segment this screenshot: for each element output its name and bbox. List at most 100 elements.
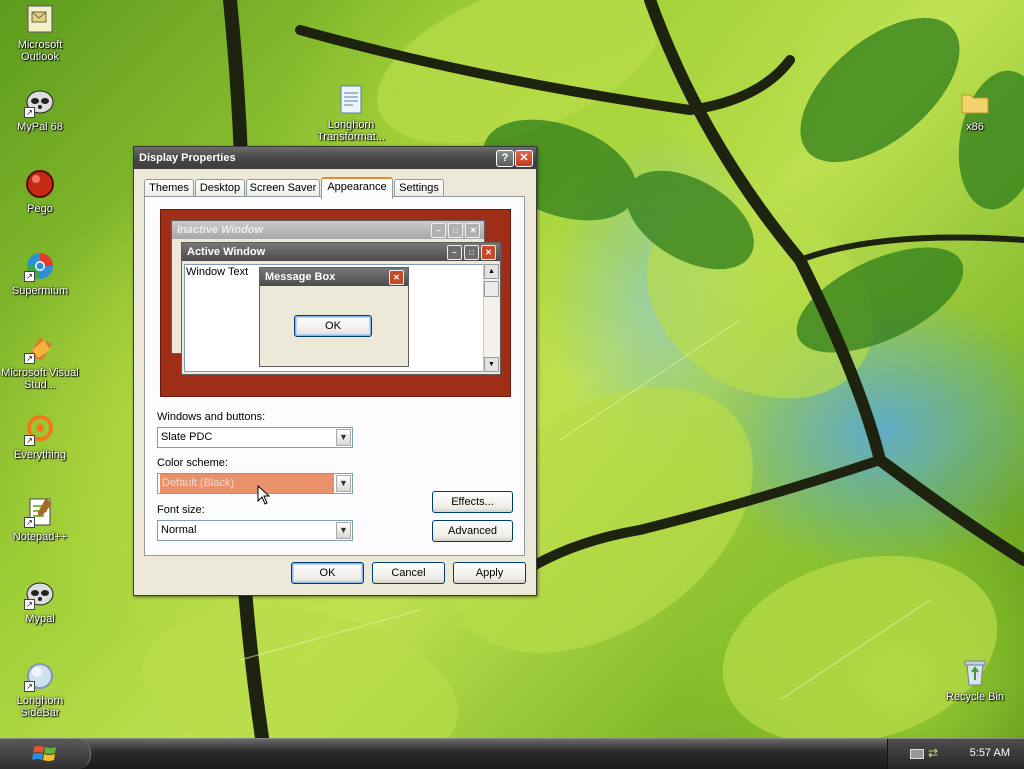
desktop-icon-longhorn-sidebar[interactable]: ↗ Longhorn SideBar bbox=[1, 660, 79, 719]
desktop-icon-mypal68[interactable]: ↗ MyPal 68 bbox=[1, 86, 79, 133]
outlook-icon bbox=[24, 4, 56, 36]
notepadpp-icon: ↗ bbox=[24, 496, 56, 528]
mouse-cursor-icon bbox=[257, 485, 271, 505]
desktop-icon-label: Microsoft Visual Stud... bbox=[1, 367, 79, 391]
color-scheme-label: Color scheme: bbox=[157, 457, 228, 469]
tab-desktop[interactable]: Desktop bbox=[195, 179, 245, 197]
font-size-value: Normal bbox=[161, 524, 197, 536]
desktop-icon-label: Recycle Bin bbox=[945, 691, 1005, 703]
tab-screen-saver[interactable]: Screen Saver bbox=[246, 179, 320, 197]
effects-button[interactable]: Effects... bbox=[432, 491, 513, 513]
chevron-down-icon[interactable]: ▼ bbox=[336, 429, 351, 446]
shortcut-arrow-icon: ↗ bbox=[24, 681, 35, 692]
preview-active-titlebar: Active Window – □ ✕ bbox=[182, 243, 500, 261]
windows-buttons-select[interactable]: Slate PDC ▼ bbox=[157, 427, 353, 448]
preview-message-box: Message Box ✕ OK bbox=[259, 267, 409, 367]
desktop-icon-longhorn-transformation[interactable]: Longhorn Transformat... bbox=[312, 84, 390, 143]
preview-message-titlebar: Message Box ✕ bbox=[260, 268, 408, 286]
desktop-icon-x86[interactable]: x86 bbox=[936, 86, 1014, 133]
desktop-icon-everything[interactable]: ↗ Everything bbox=[1, 414, 79, 461]
advanced-button[interactable]: Advanced bbox=[432, 520, 513, 542]
tab-themes[interactable]: Themes bbox=[144, 179, 194, 197]
shortcut-arrow-icon: ↗ bbox=[24, 435, 35, 446]
desktop-icon-outlook[interactable]: Microsoft Outlook bbox=[1, 4, 79, 63]
window-titlebar[interactable]: Display Properties ? ✕ bbox=[134, 147, 536, 169]
desktop-icon-label: MyPal 68 bbox=[17, 121, 63, 133]
apply-button[interactable]: Apply bbox=[453, 562, 526, 584]
chevron-down-icon[interactable]: ▼ bbox=[336, 522, 351, 539]
visual-studio-icon: ↗ bbox=[24, 332, 56, 364]
tab-settings[interactable]: Settings bbox=[394, 179, 444, 197]
preview-ok-button: OK bbox=[294, 315, 372, 337]
window-title: Display Properties bbox=[139, 152, 236, 164]
appearance-tab-panel: Inactive Window – □ ✕ Active Window – □ … bbox=[144, 196, 525, 556]
windows-logo-icon bbox=[32, 746, 56, 761]
pego-icon bbox=[24, 168, 56, 200]
shortcut-arrow-icon: ↗ bbox=[24, 107, 35, 118]
desktop-icon-label: Mypal bbox=[25, 613, 55, 625]
preview-inactive-title: Inactive Window bbox=[177, 224, 264, 236]
shortcut-arrow-icon: ↗ bbox=[24, 271, 35, 282]
network-icon[interactable]: ⇄ bbox=[928, 746, 938, 760]
keyboard-icon[interactable] bbox=[910, 749, 924, 759]
ok-button[interactable]: OK bbox=[291, 562, 364, 584]
minimize-icon: – bbox=[431, 223, 446, 238]
appearance-preview: Inactive Window – □ ✕ Active Window – □ … bbox=[160, 209, 511, 397]
cancel-button[interactable]: Cancel bbox=[372, 562, 445, 584]
maximize-icon: □ bbox=[464, 245, 479, 260]
minimize-icon: – bbox=[447, 245, 462, 260]
mypal-icon: ↗ bbox=[24, 578, 56, 610]
scroll-down-icon: ▼ bbox=[484, 357, 499, 372]
mypal-icon: ↗ bbox=[24, 86, 56, 118]
clock[interactable]: 5:57 AM bbox=[970, 747, 1010, 759]
recycle-bin-icon bbox=[959, 656, 991, 688]
desktop-icon-label: Notepad++ bbox=[12, 531, 68, 543]
desktop-icon-label: Longhorn SideBar bbox=[16, 695, 64, 719]
preview-message-title: Message Box bbox=[265, 271, 336, 283]
close-button[interactable]: ✕ bbox=[515, 150, 533, 167]
font-size-label: Font size: bbox=[157, 504, 205, 516]
folder-icon bbox=[959, 86, 991, 118]
preview-scrollbar: ▲ ▼ bbox=[483, 264, 499, 372]
supermium-icon: ↗ bbox=[24, 250, 56, 282]
desktop-icon-label: x86 bbox=[966, 121, 984, 133]
document-icon bbox=[335, 84, 367, 116]
preview-inactive-titlebar: Inactive Window – □ ✕ bbox=[172, 221, 484, 239]
system-tray: ⇄ 5:57 AM bbox=[887, 739, 1024, 769]
tab-appearance[interactable]: Appearance bbox=[321, 177, 393, 199]
desktop-icon-visual-studio[interactable]: ↗ Microsoft Visual Stud... bbox=[1, 332, 79, 391]
close-icon: ✕ bbox=[389, 270, 404, 285]
font-size-select[interactable]: Normal ▼ bbox=[157, 520, 353, 541]
sidebar-icon: ↗ bbox=[24, 660, 56, 692]
preview-active-title: Active Window bbox=[187, 246, 266, 258]
close-icon: ✕ bbox=[465, 223, 480, 238]
desktop-icon-label: Longhorn Transformat... bbox=[316, 119, 386, 143]
desktop-icon-label: Everything bbox=[14, 449, 66, 461]
help-button[interactable]: ? bbox=[496, 150, 514, 167]
everything-icon: ↗ bbox=[24, 414, 56, 446]
desktop-icon-recycle-bin[interactable]: Recycle Bin bbox=[936, 656, 1014, 703]
windows-buttons-value: Slate PDC bbox=[161, 431, 213, 443]
display-properties-window: Display Properties ? ✕ Themes Desktop Sc… bbox=[133, 146, 537, 596]
close-icon: ✕ bbox=[481, 245, 496, 260]
shortcut-arrow-icon: ↗ bbox=[24, 599, 35, 610]
scroll-up-icon: ▲ bbox=[484, 264, 499, 279]
taskbar: ⇄ 5:57 AM bbox=[0, 738, 1024, 769]
desktop-icon-pego[interactable]: Pego bbox=[1, 168, 79, 215]
shortcut-arrow-icon: ↗ bbox=[24, 517, 35, 528]
preview-window-text: Window Text bbox=[186, 266, 249, 278]
color-scheme-value: Default (Black) bbox=[160, 474, 334, 493]
desktop-icon-supermium[interactable]: ↗ Supermium bbox=[1, 250, 79, 297]
scroll-thumb bbox=[484, 281, 499, 297]
chevron-down-icon[interactable]: ▼ bbox=[336, 475, 351, 492]
maximize-icon: □ bbox=[448, 223, 463, 238]
desktop-icon-label: Microsoft Outlook bbox=[17, 39, 63, 63]
start-button[interactable] bbox=[0, 739, 91, 769]
shortcut-arrow-icon: ↗ bbox=[24, 353, 35, 364]
windows-buttons-label: Windows and buttons: bbox=[157, 411, 266, 423]
desktop-icon-notepadpp[interactable]: ↗ Notepad++ bbox=[1, 496, 79, 543]
desktop-icon-mypal[interactable]: ↗ Mypal bbox=[1, 578, 79, 625]
desktop-icon-label: Pego bbox=[27, 203, 53, 215]
color-scheme-select[interactable]: Default (Black) ▼ bbox=[157, 473, 353, 494]
desktop-icon-label: Supermium bbox=[11, 285, 69, 297]
